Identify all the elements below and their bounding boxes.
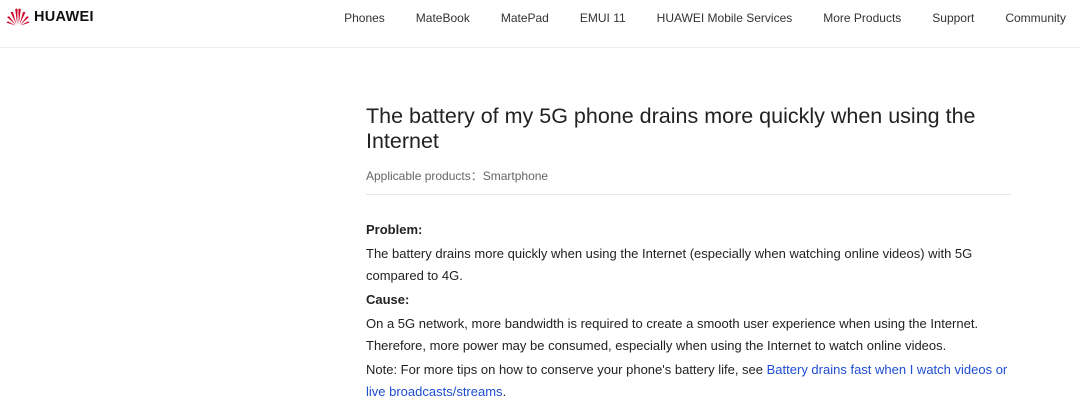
main-nav: Phones MateBook MatePad EMUI 11 HUAWEI M… [344,0,1066,36]
applicable-products: Applicable products：Smartphone [366,167,1011,195]
article-body: Problem: The battery drains more quickly… [366,219,1011,403]
note-prefix: Note: For more tips on how to conserve y… [366,362,767,377]
nav-item-community[interactable]: Community [1005,11,1066,25]
problem-heading: Problem: [366,222,423,237]
note-text: Note: For more tips on how to conserve y… [366,359,1011,403]
cause-heading: Cause: [366,292,410,307]
huawei-logo[interactable]: HUAWEI [6,7,94,27]
nav-item-phones[interactable]: Phones [344,11,385,25]
article-title: The battery of my 5G phone drains more q… [366,104,976,153]
problem-text: The battery drains more quickly when usi… [366,246,973,283]
nav-item-support[interactable]: Support [932,11,974,25]
nav-item-matebook[interactable]: MateBook [416,11,470,25]
top-navigation-bar: HUAWEI Phones MateBook MatePad EMUI 11 H… [0,0,1080,48]
huawei-flower-icon [6,8,30,26]
nav-item-mobile-services[interactable]: HUAWEI Mobile Services [657,11,793,25]
nav-item-more-products[interactable]: More Products [823,11,901,25]
nav-item-emui[interactable]: EMUI 11 [580,11,626,25]
brand-name: HUAWEI [34,9,94,25]
article: The battery of my 5G phone drains more q… [366,100,1011,405]
cause-text: On a 5G network, more bandwidth is requi… [366,316,979,353]
nav-item-matepad[interactable]: MatePad [501,11,549,25]
note-suffix: . [502,384,507,399]
